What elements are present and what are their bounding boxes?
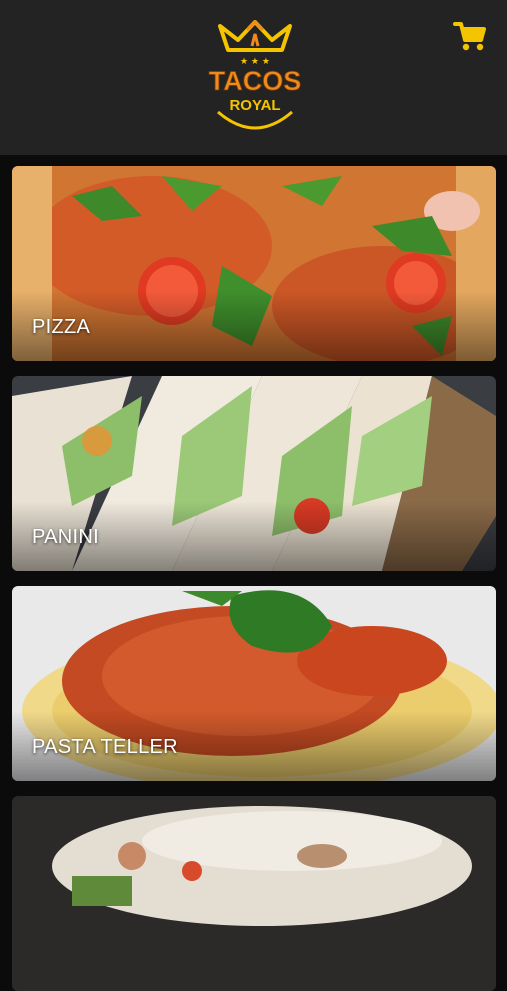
category-label: PANINI xyxy=(32,526,99,548)
category-card-panini[interactable]: PANINI xyxy=(12,376,496,571)
shopping-cart-icon[interactable] xyxy=(453,20,487,52)
wrap-image xyxy=(12,796,496,991)
category-card-wrap[interactable] xyxy=(12,796,496,991)
app-header: ★ ★ ★ TACOS ROYAL xyxy=(0,0,507,155)
category-card-pizza[interactable]: PIZZA xyxy=(12,166,496,361)
category-label: PIZZA xyxy=(32,316,91,338)
category-label: PASTA TELLER xyxy=(32,736,178,758)
logo-line1: TACOS xyxy=(209,66,302,96)
tacos-royal-logo[interactable]: ★ ★ ★ TACOS ROYAL xyxy=(200,20,310,132)
logo-line2: ROYAL xyxy=(229,97,280,114)
category-card-pasta-teller[interactable]: PASTA TELLER xyxy=(12,586,496,781)
crown-logo-icon: ★ ★ ★ xyxy=(218,20,292,67)
